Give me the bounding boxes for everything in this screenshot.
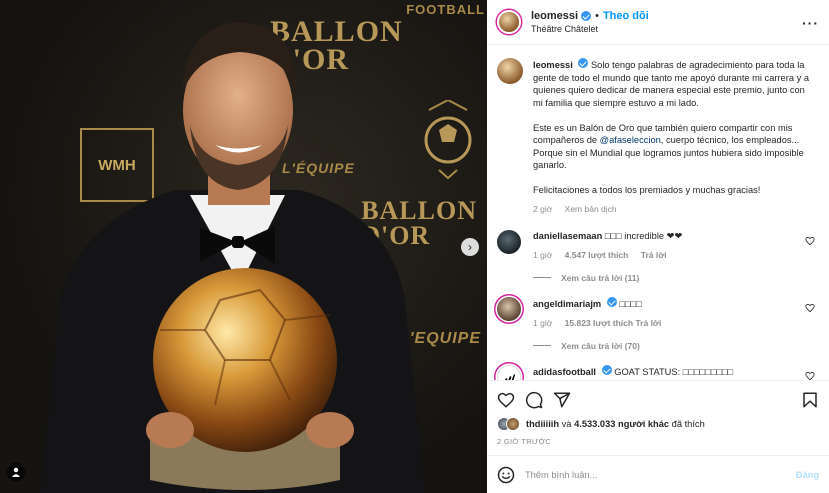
comment-time: 1 giờ [533, 249, 553, 260]
caption-meta: 2 giờ Xem bản dịch [533, 203, 817, 216]
comment-item: adidasfootball GOAT STATUS: □□□□□□□□□ [497, 364, 817, 381]
chevron-right-icon: › [468, 240, 472, 254]
comment-meta: 1 giờ 4.547 lượt thích Trả lời [533, 249, 803, 261]
commenter-avatar[interactable] [497, 229, 521, 254]
commenter-avatar[interactable] [497, 364, 521, 380]
post-side-panel: leomessi • Theo dõi Théâtre Châtelet ···… [487, 0, 829, 493]
comment-bubble-icon[interactable] [525, 391, 543, 409]
post-caption: leomessi Solo tengo palabras de agradeci… [497, 58, 817, 216]
more-options-icon[interactable]: ··· [802, 15, 819, 31]
view-replies-label: Xem câu trả lời (11) [561, 272, 640, 283]
comment-text: □□□ incredible ❤❤ [604, 230, 683, 241]
header-meta: leomessi • Theo dõi Théâtre Châtelet [531, 10, 649, 34]
separator-dot: • [595, 10, 599, 22]
liked-conjunction: và [561, 419, 572, 429]
post-media[interactable]: FOOTBALL BALLON D'OR BALLON D'OR L'ÉQUIP… [0, 0, 487, 493]
author-username[interactable]: leomessi [531, 10, 578, 22]
comment-username[interactable]: adidasfootball [533, 367, 596, 377]
replies-line [533, 277, 551, 278]
comment-username[interactable]: angeldimariajm [533, 299, 601, 309]
view-replies-label: Xem câu trả lời (70) [561, 340, 640, 351]
tagged-users-button[interactable] [7, 463, 25, 481]
post-modal: FOOTBALL BALLON D'OR BALLON D'OR L'ÉQUIP… [0, 0, 829, 493]
comment-likes[interactable]: 15.823 lượt thích [565, 318, 633, 328]
commenter-avatar[interactable] [497, 296, 521, 321]
like-comment-heart-icon[interactable] [805, 371, 815, 381]
comment-body: adidasfootball GOAT STATUS: □□□□□□□□□ [533, 364, 803, 381]
comment-input[interactable] [525, 469, 796, 480]
share-paper-plane-icon[interactable] [553, 391, 571, 409]
caption-time: 2 giờ [533, 204, 553, 214]
caption-body: leomessi Solo tengo palabras de agradeci… [533, 58, 817, 216]
post-header: leomessi • Theo dõi Théâtre Châtelet ··· [487, 0, 829, 45]
likes-text: thdiiiiih và 4.533.033 người khác đã thí… [526, 419, 705, 429]
caption-paragraph-3: Felicitaciones a todos los premiados y m… [533, 185, 761, 195]
likes-summary: thdiiiiih và 4.533.033 người khác đã thí… [497, 417, 819, 431]
comment-time: 1 giờ [533, 317, 553, 328]
mention-afaseleccion-link[interactable]: @afaseleccion [600, 135, 661, 145]
author-avatar[interactable] [497, 10, 521, 34]
reply-button[interactable]: Trả lời [641, 250, 667, 260]
view-replies-button[interactable]: Xem câu trả lời (70) [533, 341, 817, 351]
comment-item: angeldimariajm □□□□ 1 giờ 15.823 lượt th… [497, 296, 817, 329]
comment-composer: Đăng [487, 455, 829, 493]
caption-paragraph-1: leomessi Solo tengo palabras de agradeci… [533, 58, 817, 109]
caption-verified-badge-icon [578, 58, 589, 68]
see-translation-link[interactable]: Xem bản dịch [565, 204, 617, 214]
caption-text-1: Solo tengo palabras de agradecimiento pa… [533, 60, 809, 108]
liker-username[interactable]: thdiiiiih [526, 419, 559, 429]
comments-list[interactable]: leomessi Solo tengo palabras de agradeci… [487, 46, 829, 380]
comment-verified-badge-icon [601, 364, 612, 375]
post-actions: thdiiiiih và 4.533.033 người khác đã thí… [487, 380, 829, 455]
post-time-ago: 2 GIỜ TRƯỚC [497, 437, 552, 446]
post-location[interactable]: Théâtre Châtelet [531, 24, 649, 34]
comment-item: daniellasemaan □□□ incredible ❤❤ 1 giờ 4… [497, 229, 817, 261]
caption-username[interactable]: leomessi [533, 60, 573, 70]
emoji-smiley-icon[interactable] [497, 466, 515, 484]
comment-body: angeldimariajm □□□□ 1 giờ 15.823 lượt th… [533, 296, 803, 329]
player-with-trophy-image [40, 22, 425, 493]
adidas-logo-icon [504, 373, 515, 380]
verified-badge-icon [581, 11, 592, 21]
comment-text: □□□□ [619, 298, 642, 309]
like-heart-icon[interactable] [497, 391, 515, 409]
comment-likes[interactable]: 4.547 lượt thích [565, 250, 629, 260]
comment-text: GOAT STATUS: □□□□□□□□□ [614, 366, 734, 377]
comment-meta: 1 giờ 15.823 lượt thích Trả lời [533, 317, 803, 329]
comment-verified-badge-icon [606, 296, 617, 307]
caption-paragraph-2: Este es un Balón de Oro que también quie… [533, 122, 817, 172]
follow-button[interactable]: Theo dõi [603, 10, 649, 22]
liker-avatar[interactable] [506, 417, 520, 431]
view-replies-button[interactable]: Xem câu trả lời (11) [533, 273, 817, 283]
action-icons [497, 389, 819, 411]
comment-body: daniellasemaan □□□ incredible ❤❤ 1 giờ 4… [533, 230, 803, 261]
replies-line [533, 345, 551, 346]
next-image-button[interactable]: › [461, 238, 479, 256]
like-comment-heart-icon[interactable] [805, 236, 815, 246]
caption-avatar[interactable] [497, 58, 523, 84]
liked-suffix: đã thích [671, 419, 705, 429]
post-comment-button[interactable]: Đăng [796, 470, 819, 480]
reply-button[interactable]: Trả lời [635, 318, 661, 328]
comment-username[interactable]: daniellasemaan [533, 231, 602, 241]
user-icon [12, 467, 20, 477]
others-liked-link[interactable]: 4.533.033 người khác [574, 419, 669, 429]
header-line: leomessi • Theo dõi [531, 10, 649, 22]
like-comment-heart-icon[interactable] [805, 303, 815, 313]
bookmark-icon[interactable] [801, 391, 819, 409]
